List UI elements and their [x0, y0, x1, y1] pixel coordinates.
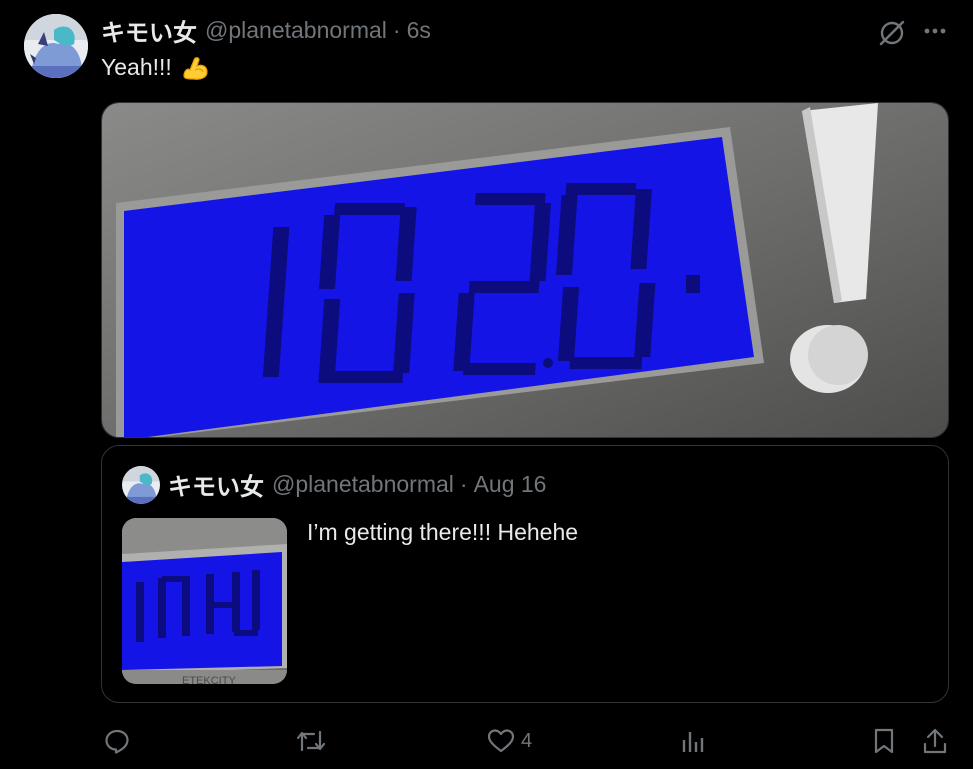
more-icon[interactable] [921, 18, 949, 46]
share-button[interactable] [922, 724, 948, 758]
reply-button[interactable] [104, 724, 136, 758]
views-button[interactable] [680, 724, 712, 758]
tweet-header: キモい女 @planetabnormal · 6s [101, 13, 431, 48]
svg-text:ETEKCITY: ETEKCITY [182, 675, 236, 684]
timestamp[interactable]: 6s [407, 17, 431, 44]
like-icon [487, 728, 515, 754]
grok-icon[interactable] [877, 18, 907, 48]
avatar[interactable] [24, 14, 88, 78]
display-name[interactable]: キモい女 [101, 13, 197, 48]
bookmark-icon [872, 727, 896, 755]
bookmark-button[interactable] [872, 724, 896, 758]
quoted-avatar[interactable] [122, 466, 160, 504]
quoted-user-handle[interactable]: @planetabnormal [272, 471, 454, 498]
like-button[interactable]: 4 [487, 724, 532, 758]
tweet-text: Yeah!!! [101, 52, 210, 82]
flexed-biceps-emoji [180, 52, 210, 82]
like-count: 4 [521, 729, 533, 752]
quoted-separator-dot: · [459, 470, 468, 497]
tweet-media-image[interactable] [101, 102, 949, 438]
share-icon [922, 727, 948, 755]
retweet-icon [296, 728, 326, 754]
quoted-tweet[interactable]: キモい女 @planetabnormal · Aug 16 ETEKCITY I… [101, 445, 949, 703]
tweet-text-content: Yeah!!! [101, 53, 172, 80]
action-bar: 4 [0, 724, 973, 758]
views-icon [680, 728, 706, 754]
quoted-media-image[interactable]: ETEKCITY [122, 518, 287, 684]
quoted-timestamp[interactable]: Aug 16 [474, 471, 547, 498]
quoted-tweet-text: I’m getting there!!! Hehehe [307, 519, 579, 545]
separator-dot: · [392, 16, 401, 43]
retweet-button[interactable] [296, 724, 332, 758]
reply-icon [104, 728, 130, 754]
quoted-display-name[interactable]: キモい女 [168, 467, 264, 502]
user-handle[interactable]: @planetabnormal [205, 17, 387, 44]
quoted-header: キモい女 @planetabnormal · Aug 16 [168, 467, 547, 502]
